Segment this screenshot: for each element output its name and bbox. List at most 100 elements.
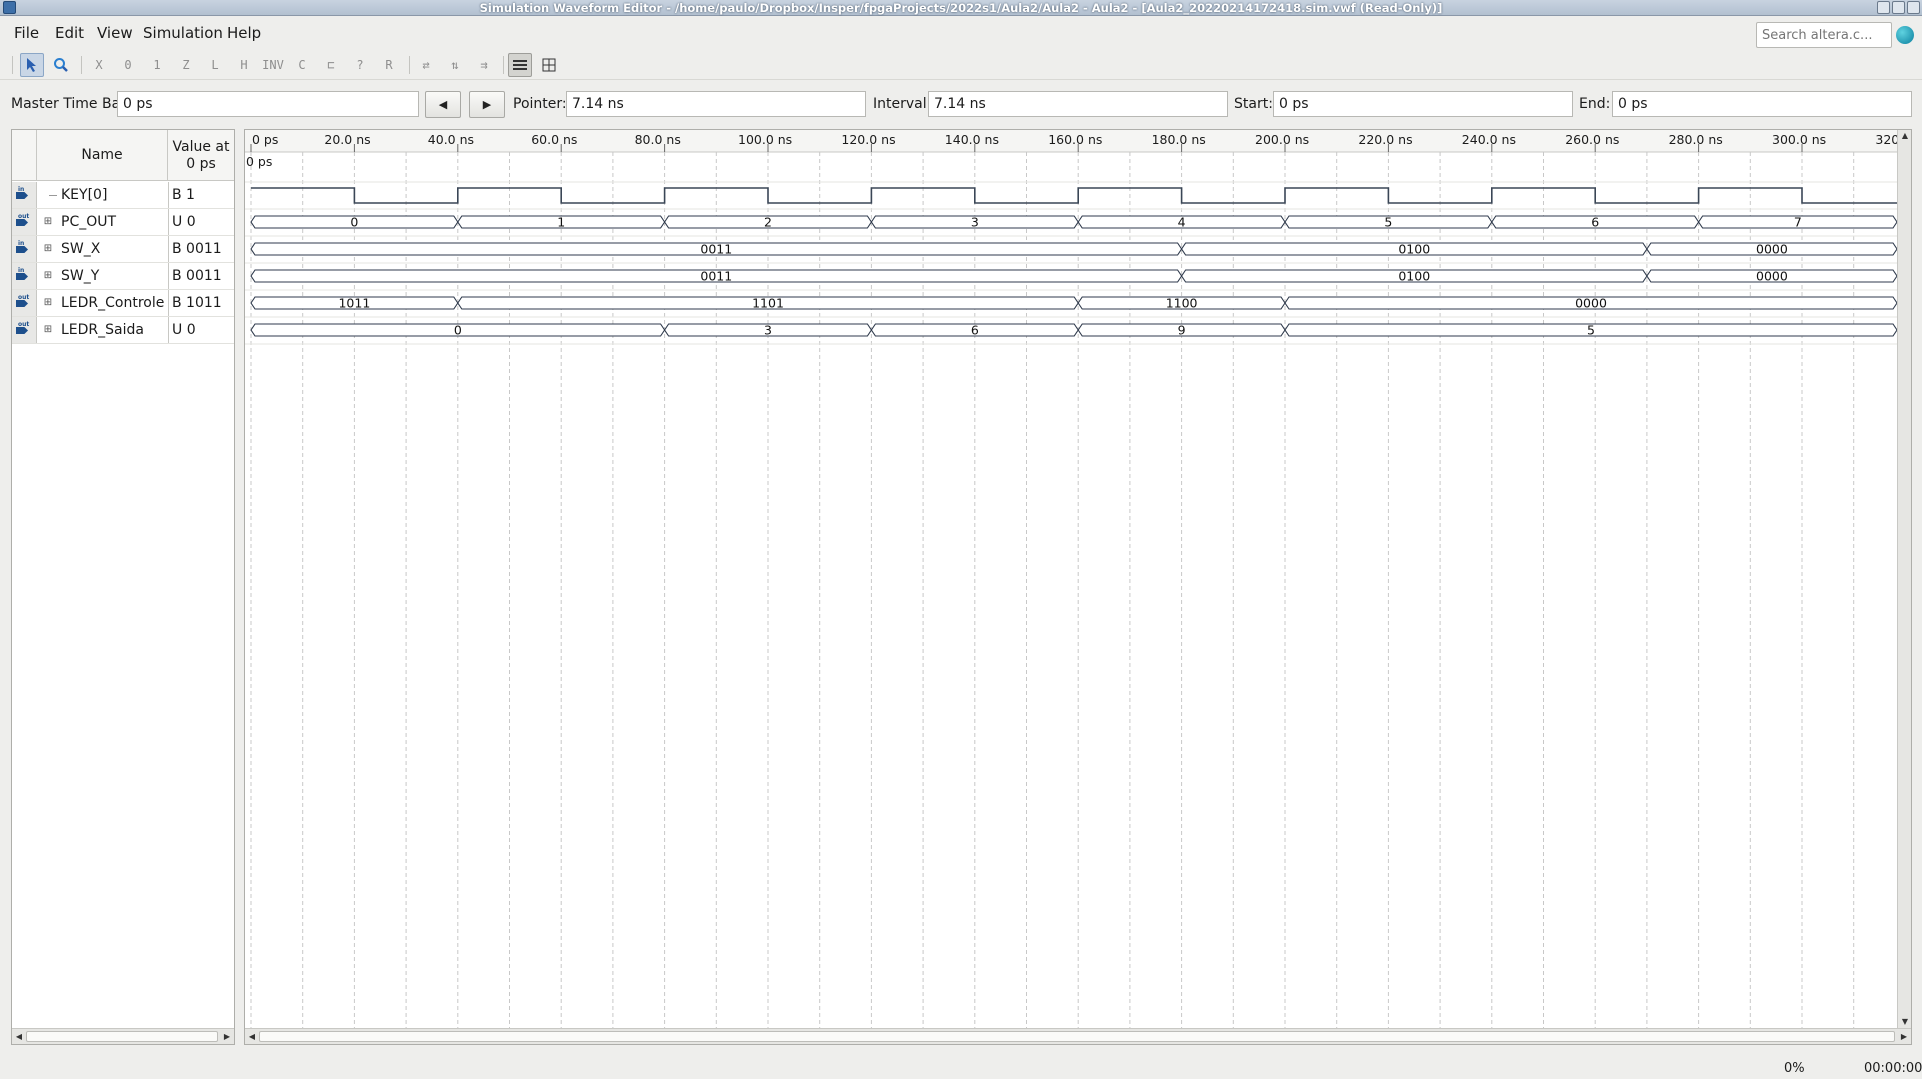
expand-icon[interactable]: ⊞ [43,298,53,308]
signal-row[interactable]: out ⊞ LEDR_Saida U 0 [12,317,234,344]
minimize-button[interactable] [1877,1,1890,14]
force-unknown-icon[interactable]: X [87,53,111,77]
pointer-tool-icon[interactable] [20,53,44,77]
value-column-header-line1: Value at [172,138,230,155]
time-tick-label: 320.0 ns [1875,132,1897,147]
waveform-view-icon[interactable] [508,53,532,77]
signal-value: B 1011 [168,290,234,316]
title-bar: Simulation Waveform Editor - /home/paulo… [0,0,1922,16]
name-column-header[interactable]: Name [37,130,168,181]
pointer-field[interactable]: 7.14 ns [566,91,866,117]
waveform-canvas[interactable]: 0 ps 20.0 ns 40.0 ns 60.0 ns 80.0 ns 100.0 ns… [245,130,1897,1028]
time-tick-label: 300.0 ns [1772,132,1826,147]
elapsed-time: 00:00:00 [1864,1061,1922,1076]
random-value-icon[interactable]: R [377,53,401,77]
menu-view[interactable]: View [97,24,133,42]
force-low-icon[interactable]: 0 [116,53,140,77]
time-tick-label: 20.0 ns [324,132,370,147]
bus-segment-label: 0011 [700,269,732,284]
time-tick-label: 120.0 ns [841,132,895,147]
time-tick-label: 40.0 ns [428,132,474,147]
interval-field[interactable]: 7.14 ns [928,91,1228,117]
expand-icon[interactable]: ⊞ [43,217,53,227]
window-title: Simulation Waveform Editor - /home/paulo… [479,1,1443,15]
scroll-up-arrow-icon[interactable]: ▲ [1899,130,1911,141]
clock-value-icon[interactable]: ⊏ [319,53,343,77]
end-field[interactable]: 0 ps [1612,91,1912,117]
time-tick-label: 220.0 ns [1358,132,1412,147]
force-weak-high-icon[interactable]: H [232,53,256,77]
bus-segment-label: 0 [454,323,462,338]
signal-row[interactable]: in KEY[0] B 1 [12,182,234,209]
bus-segment-label: 0000 [1575,296,1607,311]
signal-row[interactable]: in ⊞ SW_Y B 0011 [12,263,234,290]
maximize-button[interactable] [1892,1,1905,14]
signal-name: SW_X [61,241,101,257]
start-field[interactable]: 0 ps [1273,91,1573,117]
close-button[interactable] [1907,1,1920,14]
menu-edit[interactable]: Edit [55,24,84,42]
snap-to-grid-icon[interactable]: ⇄ [414,53,438,77]
count-value-icon[interactable]: C [290,53,314,77]
expand-icon[interactable]: ⊞ [43,244,53,254]
waveform-panel[interactable]: 0 ps 20.0 ns 40.0 ns 60.0 ns 80.0 ns 100.0 ns… [244,129,1912,1045]
force-weak-low-icon[interactable]: L [203,53,227,77]
scrollbar-thumb[interactable] [259,1031,1895,1042]
menu-simulation[interactable]: Simulation [143,24,223,42]
bus-segment-label: 2 [764,215,772,230]
pin-direction-text: in [18,186,25,193]
expand-icon[interactable]: ⊞ [43,325,53,335]
arbitrary-value-icon[interactable]: ? [348,53,372,77]
expand-icon[interactable]: ⊞ [43,271,53,281]
scroll-left-arrow-icon[interactable]: ◀ [13,1031,25,1042]
signal-name: SW_Y [61,268,100,284]
scroll-left-arrow-icon[interactable]: ◀ [246,1031,258,1042]
globe-icon[interactable] [1896,26,1914,44]
time-tick-label: 180.0 ns [1152,132,1206,147]
output-pin-icon: out [12,209,37,235]
bus-segment-label: 7 [1794,215,1802,230]
sort-icon[interactable]: ⇅ [443,53,467,77]
menu-bar: File Edit View Simulation Help [0,16,1922,50]
scrollbar-thumb[interactable] [26,1031,218,1042]
pointer-label: Pointer: [513,96,567,112]
waveform-vertical-scrollbar[interactable]: ▲ ▼ [1897,130,1911,1028]
zoom-tool-icon[interactable] [49,53,73,77]
force-high-impedance-icon[interactable]: Z [174,53,198,77]
group-icon[interactable]: ⇉ [472,53,496,77]
signal-row[interactable]: in ⊞ SW_X B 0011 [12,236,234,263]
input-pin-icon: in [12,263,37,289]
scroll-right-arrow-icon[interactable]: ▶ [221,1031,233,1042]
panel-splitter[interactable] [237,129,243,1045]
bus-segment-label: 6 [971,323,979,338]
signal-list-horizontal-scrollbar[interactable]: ◀ ▶ [12,1028,234,1044]
input-pin-icon: in [12,236,37,262]
waveform-horizontal-scrollbar[interactable]: ◀ ▶ [245,1028,1911,1044]
output-pin-icon: out [12,290,37,316]
value-column-header[interactable]: Value at 0 ps [168,130,234,181]
bus-segment-label: 0 [350,215,358,230]
master-time-bar-label: Master Time Bar: [11,96,131,112]
search-input[interactable] [1756,22,1892,48]
scroll-down-arrow-icon[interactable]: ▼ [1899,1016,1911,1027]
bus-segment-label: 6 [1591,215,1599,230]
bus-segment-label: 4 [1178,215,1186,230]
next-transition-button[interactable]: ▶ [469,91,505,118]
master-time-bar-field[interactable]: 0 ps [117,91,419,117]
menu-help[interactable]: Help [227,24,261,42]
toolbar-grip [12,56,13,74]
time-tick-label: 60.0 ns [531,132,577,147]
signal-value: U 0 [168,209,234,235]
menu-file[interactable]: File [14,24,39,42]
bus-segment-label: 3 [971,215,979,230]
previous-transition-button[interactable]: ◀ [425,91,461,118]
signal-row[interactable]: out ⊞ PC_OUT U 0 [12,209,234,236]
invert-icon[interactable]: INV [261,53,285,77]
bus-segment-label: 1011 [338,296,370,311]
scroll-right-arrow-icon[interactable]: ▶ [1898,1031,1910,1042]
toolbar: X 0 1 Z L H INV C ⊏ ? R ⇄ ⇅ ⇉ [0,50,1922,80]
signal-row[interactable]: out ⊞ LEDR_Controle B 1011 [12,290,234,317]
signal-list-panel: Name Value at 0 ps in KEY[0] B 1 out ⊞ PC_OUT… [11,129,235,1045]
grid-view-icon[interactable] [537,53,561,77]
force-high-icon[interactable]: 1 [145,53,169,77]
